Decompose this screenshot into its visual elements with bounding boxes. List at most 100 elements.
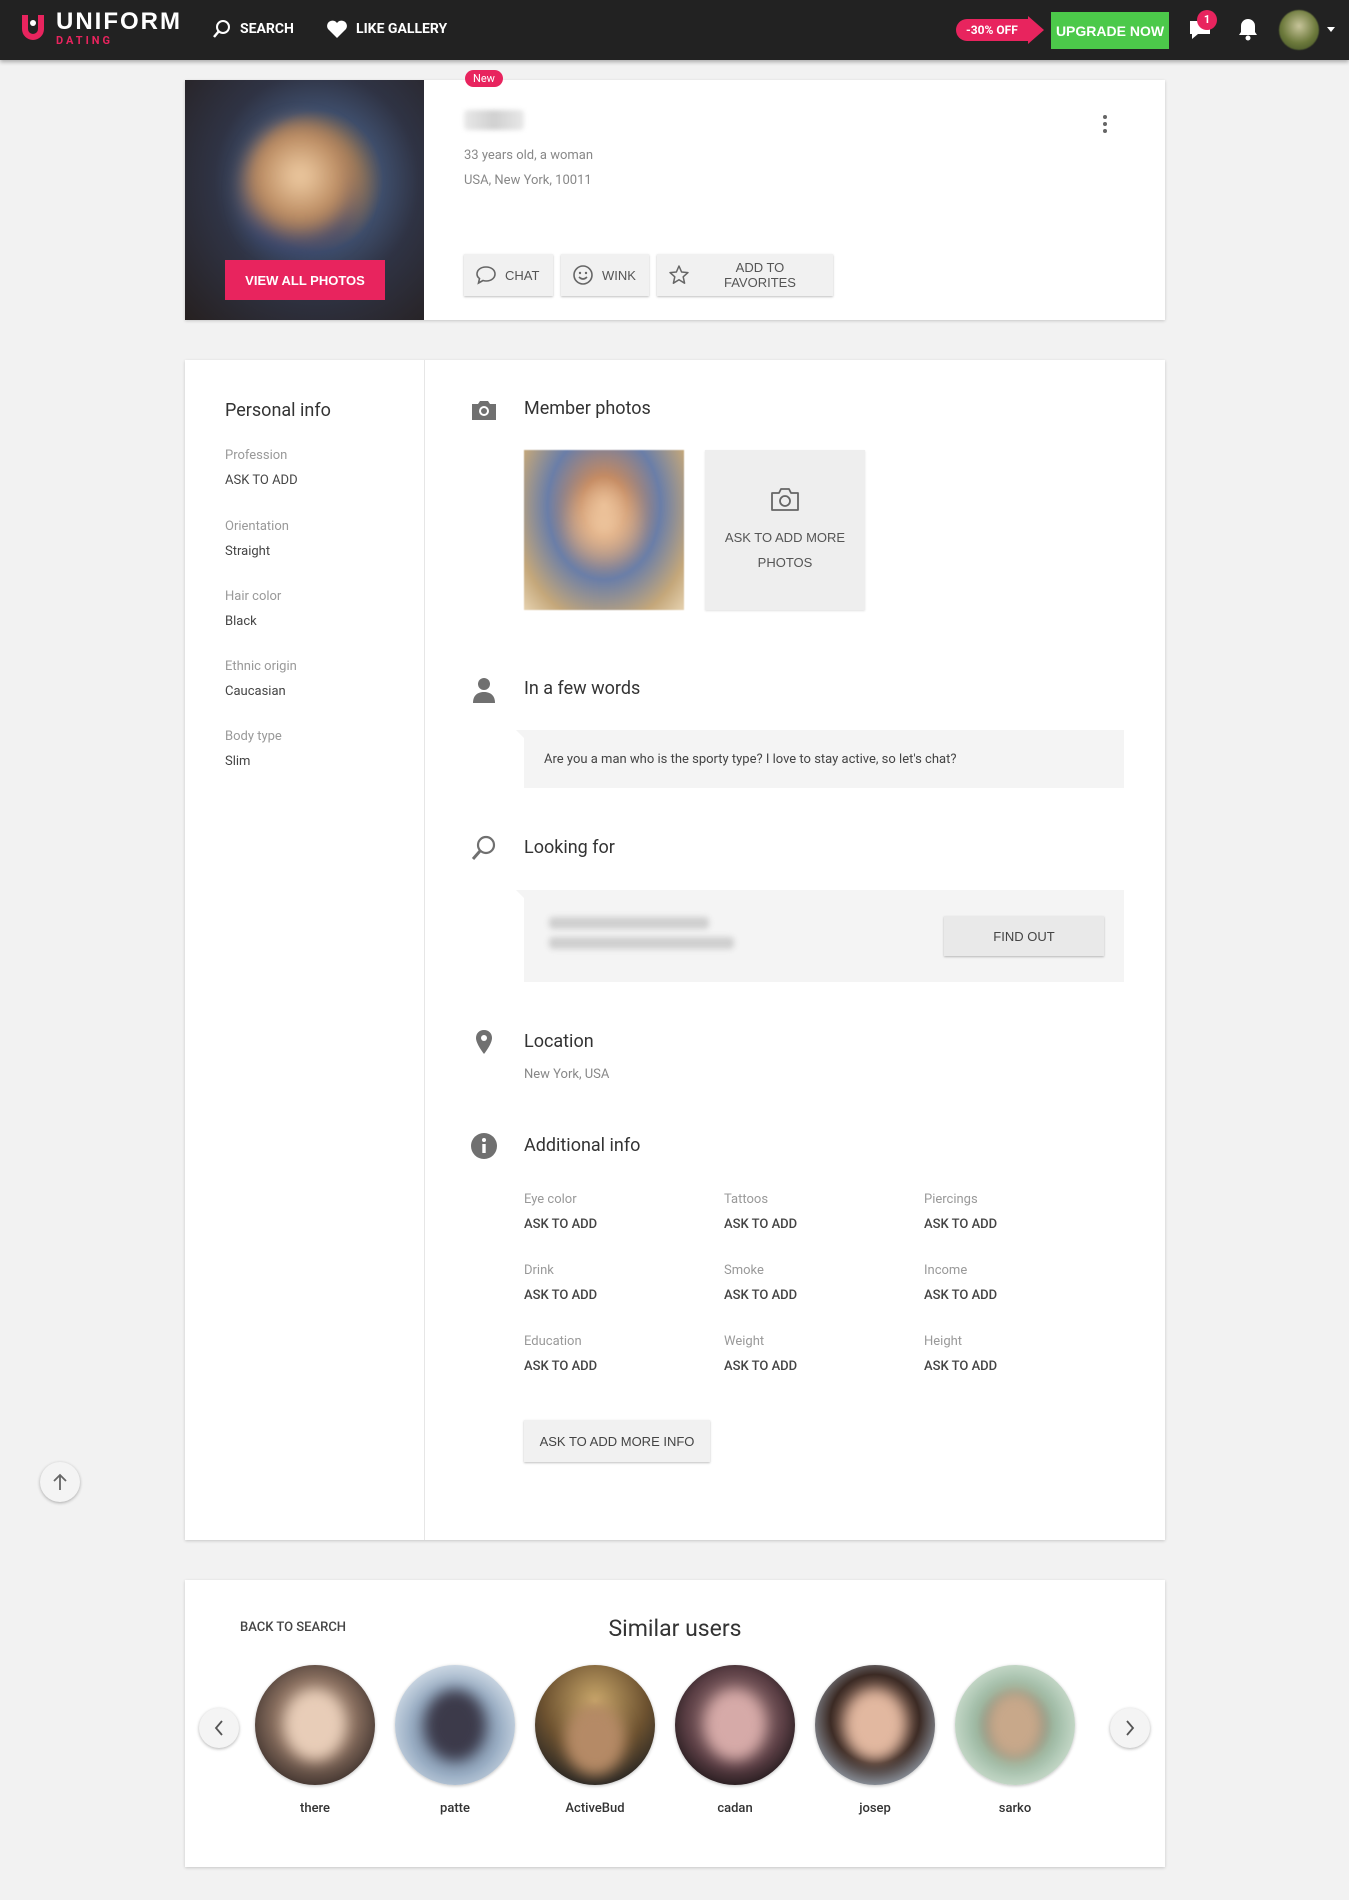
orientation-value: Straight: [225, 544, 271, 559]
weight-label: Weight: [724, 1334, 765, 1349]
profile-location-text: USA, New York, 10011: [464, 173, 592, 188]
similar-user-avatar[interactable]: [255, 1665, 375, 1785]
discount-arrow-icon: [1027, 16, 1044, 44]
piercings-value[interactable]: ASK TO ADD: [924, 1217, 997, 1232]
similar-users-title: Similar users: [608, 1615, 742, 1642]
magnifier-icon: [471, 835, 496, 860]
site-logo[interactable]: UNIFORM DATING: [18, 10, 182, 46]
similar-user-card[interactable]: ActiveBud: [535, 1665, 655, 1816]
similar-user-name: there: [300, 1801, 330, 1816]
education-value[interactable]: ASK TO ADD: [524, 1359, 597, 1374]
location-text: New York, USA: [524, 1067, 610, 1082]
chat-bubble-icon: [476, 266, 496, 285]
similar-user-card[interactable]: there: [255, 1665, 375, 1816]
hair-color-label: Hair color: [225, 589, 282, 604]
search-icon: [213, 20, 230, 38]
more-options-icon[interactable]: [1103, 115, 1107, 136]
similar-user-name: sarko: [998, 1801, 1032, 1816]
top-navigation-bar: UNIFORM DATING SEARCH LIKE GALLERY -30% …: [0, 0, 1349, 60]
member-photo-thumbnail[interactable]: [524, 450, 684, 610]
income-value[interactable]: ASK TO ADD: [924, 1288, 997, 1303]
eye-color-value[interactable]: ASK TO ADD: [524, 1217, 597, 1232]
add-to-favorites-button[interactable]: ADD TO FAVORITES: [657, 254, 833, 296]
smoke-label: Smoke: [724, 1263, 764, 1278]
similar-user-card[interactable]: patte: [395, 1665, 515, 1816]
wink-button[interactable]: WINK: [561, 254, 649, 296]
looking-for-box: FIND OUT: [516, 890, 1124, 982]
about-text-box: Are you a man who is the sporty type? I …: [516, 730, 1124, 788]
carousel-prev-button[interactable]: [199, 1708, 239, 1748]
profession-label: Profession: [225, 448, 288, 463]
arrow-up-icon: [53, 1473, 67, 1490]
tattoos-label: Tattoos: [724, 1192, 769, 1207]
height-value[interactable]: ASK TO ADD: [924, 1359, 997, 1374]
similar-user-card[interactable]: cadan: [675, 1665, 795, 1816]
logo-name: UNIFORM: [56, 8, 182, 35]
heart-icon: [327, 20, 347, 38]
camera-outline-icon: [771, 488, 799, 511]
messages-count-badge: 1: [1197, 10, 1217, 30]
hair-color-value: Black: [225, 614, 257, 629]
scroll-to-top-button[interactable]: [40, 1462, 80, 1502]
drink-label: Drink: [524, 1263, 554, 1278]
drink-value[interactable]: ASK TO ADD: [524, 1288, 597, 1303]
similar-user-avatar[interactable]: [815, 1665, 935, 1785]
income-label: Income: [924, 1263, 968, 1278]
profession-value[interactable]: ASK TO ADD: [225, 473, 298, 488]
nav-like-gallery[interactable]: LIKE GALLERY: [326, 19, 447, 39]
view-all-photos-button[interactable]: VIEW ALL PHOTOS: [225, 260, 385, 300]
similar-users-card: BACK TO SEARCH Similar users there patte…: [185, 1580, 1165, 1867]
chat-button[interactable]: CHAT: [464, 254, 553, 296]
camera-icon: [472, 401, 496, 420]
upgrade-now-button[interactable]: UPGRADE NOW: [1051, 12, 1169, 49]
nav-search-label: SEARCH: [240, 21, 294, 37]
looking-for-blurred-text: [549, 917, 709, 929]
piercings-label: Piercings: [924, 1192, 978, 1207]
discount-badge[interactable]: -30% OFF: [956, 16, 1044, 44]
user-name-blurred: [464, 110, 524, 130]
similar-user-avatar[interactable]: [535, 1665, 655, 1785]
orientation-label: Orientation: [225, 519, 289, 534]
smoke-value[interactable]: ASK TO ADD: [724, 1288, 797, 1303]
chevron-right-icon: [1126, 1720, 1135, 1736]
body-type-value: Slim: [225, 754, 251, 769]
ask-to-add-more-photos-button[interactable]: ASK TO ADD MORE PHOTOS: [705, 450, 865, 610]
bell-icon[interactable]: [1236, 16, 1260, 42]
similar-user-avatar[interactable]: [955, 1665, 1075, 1785]
similar-user-name: cadan: [717, 1801, 753, 1816]
ethnic-origin-value: Caucasian: [225, 684, 286, 699]
age-gender-text: 33 years old, a woman: [464, 148, 594, 163]
member-photos-title: Member photos: [524, 398, 651, 419]
nav-search[interactable]: SEARCH: [212, 19, 294, 39]
info-icon: [471, 1133, 497, 1159]
chevron-down-icon[interactable]: [1327, 27, 1335, 32]
person-icon: [473, 678, 495, 703]
looking-for-blurred-text: [549, 937, 734, 949]
body-type-label: Body type: [225, 729, 282, 744]
about-text: Are you a man who is the sporty type? I …: [544, 751, 957, 767]
profile-header-card: VIEW ALL PHOTOS New 33 years old, a woma…: [185, 70, 1165, 320]
profile-details-card: Personal info Profession ASK TO ADD Orie…: [185, 360, 1165, 1540]
favorites-label: ADD TO FAVORITES: [723, 260, 796, 290]
ask-to-add-more-info-button[interactable]: ASK TO ADD MORE INFO: [524, 1420, 710, 1462]
similar-user-avatar[interactable]: [395, 1665, 515, 1785]
chat-label: CHAT: [505, 267, 540, 283]
weight-value[interactable]: ASK TO ADD: [724, 1359, 797, 1374]
looking-for-title: Looking for: [524, 837, 615, 858]
chevron-left-icon: [214, 1720, 223, 1736]
user-avatar[interactable]: [1279, 10, 1319, 50]
similar-user-card[interactable]: sarko: [955, 1665, 1075, 1816]
find-out-button[interactable]: FIND OUT: [944, 916, 1104, 956]
education-label: Education: [524, 1334, 582, 1349]
similar-user-card[interactable]: josep: [815, 1665, 935, 1816]
personal-info-sidebar: Personal info Profession ASK TO ADD Orie…: [185, 360, 425, 1540]
profile-main-photo[interactable]: VIEW ALL PHOTOS: [185, 80, 424, 320]
logo-subtitle: DATING: [56, 34, 114, 47]
location-title: Location: [524, 1031, 594, 1052]
additional-info-title: Additional info: [524, 1135, 641, 1156]
tattoos-value[interactable]: ASK TO ADD: [724, 1217, 797, 1232]
eye-color-label: Eye color: [524, 1192, 577, 1207]
similar-user-avatar[interactable]: [675, 1665, 795, 1785]
carousel-next-button[interactable]: [1110, 1708, 1150, 1748]
ask-more-photos-line1: ASK TO ADD MORE: [724, 530, 846, 545]
